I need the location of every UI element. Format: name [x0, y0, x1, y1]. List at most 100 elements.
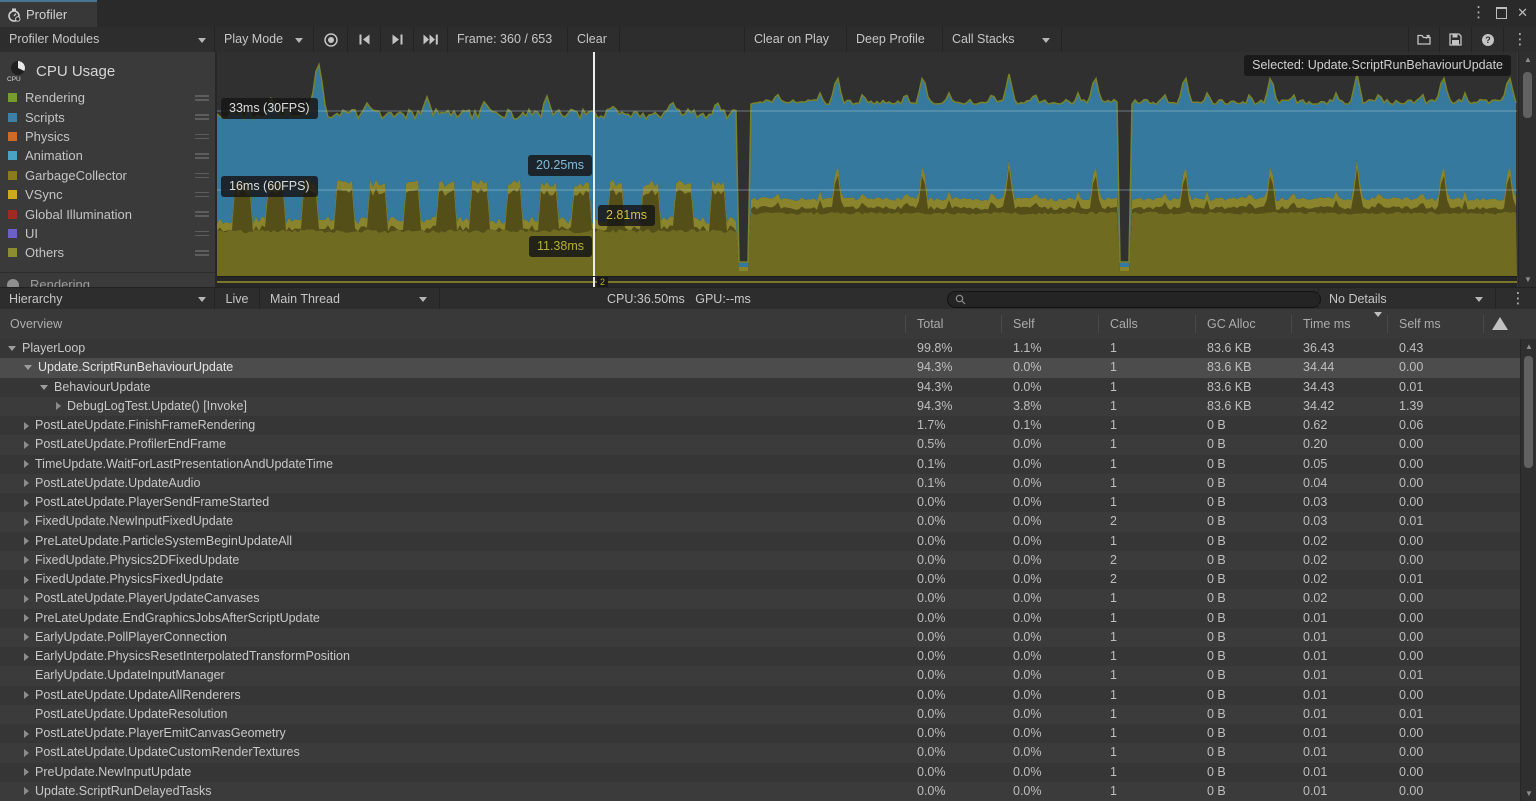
- column-time-ms[interactable]: Time ms: [1303, 317, 1350, 331]
- table-row[interactable]: PostLateUpdate.UpdateResolution 0.0% 0.0% 1…: [0, 704, 1536, 724]
- drag-handle-icon[interactable]: [195, 172, 209, 181]
- expand-arrow-icon[interactable]: [24, 633, 29, 642]
- load-profile-button[interactable]: [1408, 27, 1440, 52]
- last-frame-button[interactable]: [414, 27, 448, 52]
- clear-button[interactable]: Clear: [568, 27, 620, 52]
- maximize-icon[interactable]: [1496, 6, 1508, 19]
- table-row[interactable]: PostLateUpdate.PlayerUpdateCanvases 0.0% 0…: [0, 589, 1536, 609]
- modules-scrollbar[interactable]: ▲ ▼: [1518, 52, 1536, 287]
- legend-item-ui[interactable]: UI: [0, 224, 215, 243]
- search-input[interactable]: [966, 292, 1300, 307]
- legend-item-garbagecollector[interactable]: GarbageCollector: [0, 166, 215, 185]
- table-row[interactable]: BehaviourUpdate 94.3% 0.0% 1 83.6 KB 34.43 0.0…: [0, 377, 1536, 397]
- profiler-tab[interactable]: Profiler: [0, 0, 97, 27]
- expand-arrow-icon[interactable]: [24, 421, 29, 430]
- table-row[interactable]: FixedUpdate.NewInputFixedUpdate 0.0% 0.0% 2…: [0, 512, 1536, 532]
- play-mode-dropdown[interactable]: Play Mode: [215, 27, 314, 52]
- legend-item-vsync[interactable]: VSync: [0, 185, 215, 204]
- cpu-usage-header[interactable]: CPU CPU Usage: [0, 52, 215, 88]
- table-row[interactable]: FixedUpdate.Physics2DFixedUpdate 0.0% 0.0%…: [0, 550, 1536, 570]
- legend-item-rendering[interactable]: Rendering: [0, 88, 215, 107]
- table-row[interactable]: PostLateUpdate.ProfilerEndFrame 0.5% 0.0% 1…: [0, 435, 1536, 455]
- profiler-modules-dropdown[interactable]: Profiler Modules: [0, 27, 215, 52]
- legend-item-scripts[interactable]: Scripts: [0, 107, 215, 126]
- column-gc-alloc[interactable]: GC Alloc: [1207, 317, 1256, 331]
- details-menu-button[interactable]: ⋮: [1500, 288, 1536, 310]
- legend-item-animation[interactable]: Animation: [0, 146, 215, 165]
- next-frame-button[interactable]: [381, 27, 414, 52]
- table-row[interactable]: DebugLogTest.Update() [Invoke] 94.3% 3.8% 1…: [0, 396, 1536, 416]
- column-overview[interactable]: Overview: [10, 317, 62, 331]
- table-row[interactable]: FixedUpdate.PhysicsFixedUpdate 0.0% 0.0% 2 0…: [0, 570, 1536, 590]
- legend-item-physics[interactable]: Physics: [0, 127, 215, 146]
- table-row[interactable]: PreUpdate.NewInputUpdate 0.0% 0.0% 1 0 B 0.01…: [0, 762, 1536, 782]
- scroll-down-icon[interactable]: ▼: [1519, 275, 1536, 284]
- table-row[interactable]: PostLateUpdate.UpdateAudio 0.1% 0.0% 1 0 B 0.…: [0, 473, 1536, 493]
- collapse-arrow-icon[interactable]: [24, 365, 32, 371]
- expand-arrow-icon[interactable]: [24, 691, 29, 700]
- scroll-up-icon[interactable]: ▲: [1519, 55, 1536, 64]
- table-row[interactable]: PostLateUpdate.PlayerEmitCanvasGeometry 0…: [0, 724, 1536, 744]
- close-icon[interactable]: ✕: [1517, 6, 1528, 19]
- table-row[interactable]: PostLateUpdate.UpdateAllRenderers 0.0% 0.0…: [0, 685, 1536, 705]
- help-button[interactable]: ?: [1472, 27, 1504, 52]
- live-button[interactable]: Live: [215, 288, 260, 310]
- clear-on-play-button[interactable]: Clear on Play: [744, 27, 847, 52]
- table-row[interactable]: EarlyUpdate.PollPlayerConnection 0.0% 0.0%…: [0, 627, 1536, 647]
- collapse-all-button[interactable]: [1492, 317, 1508, 330]
- drag-handle-icon[interactable]: [195, 230, 209, 239]
- table-row[interactable]: PlayerLoop 99.8% 1.1% 1 83.6 KB 36.43 0.43: [0, 339, 1536, 359]
- search-box[interactable]: [947, 291, 1321, 308]
- expand-arrow-icon[interactable]: [24, 517, 29, 526]
- legend-item-others[interactable]: Others: [0, 243, 215, 262]
- collapse-arrow-icon[interactable]: [8, 346, 16, 352]
- expand-arrow-icon[interactable]: [24, 748, 29, 757]
- expand-arrow-icon[interactable]: [24, 575, 29, 584]
- scrollbar-thumb[interactable]: [1523, 72, 1532, 118]
- record-button[interactable]: [314, 27, 348, 52]
- view-mode-dropdown[interactable]: Hierarchy: [0, 288, 215, 310]
- drag-handle-icon[interactable]: [195, 250, 209, 258]
- expand-arrow-icon[interactable]: [24, 787, 29, 796]
- table-row[interactable]: Update.ScriptRunBehaviourUpdate 94.3% 0.0%…: [0, 358, 1536, 378]
- scrollbar-thumb[interactable]: [1524, 356, 1533, 468]
- call-stacks-dropdown[interactable]: Call Stacks: [943, 27, 1062, 52]
- expand-arrow-icon[interactable]: [24, 729, 29, 738]
- scroll-up-icon[interactable]: ▲: [1521, 342, 1536, 351]
- expand-arrow-icon[interactable]: [24, 594, 29, 603]
- collapse-arrow-icon[interactable]: [40, 384, 48, 390]
- column-total[interactable]: Total: [917, 317, 943, 331]
- expand-arrow-icon[interactable]: [24, 537, 29, 546]
- expand-arrow-icon[interactable]: [24, 479, 29, 488]
- details-dropdown[interactable]: No Details: [1318, 288, 1496, 310]
- table-row[interactable]: PreLateUpdate.ParticleSystemBeginUpdateA…: [0, 531, 1536, 551]
- table-row[interactable]: TimeUpdate.WaitForLastPresentationAndUpd…: [0, 454, 1536, 474]
- expand-arrow-icon[interactable]: [24, 652, 29, 661]
- deep-profile-button[interactable]: Deep Profile: [847, 27, 943, 52]
- window-menu-icon[interactable]: ⋮: [1471, 5, 1486, 20]
- drag-handle-icon[interactable]: [195, 114, 209, 122]
- prev-frame-button[interactable]: [348, 27, 381, 52]
- expand-arrow-icon[interactable]: [24, 498, 29, 507]
- expand-arrow-icon[interactable]: [24, 614, 29, 623]
- column-self-ms[interactable]: Self ms: [1399, 317, 1441, 331]
- rendering-module-header-clipped[interactable]: Rendering: [0, 276, 215, 287]
- drag-handle-icon[interactable]: [195, 211, 209, 219]
- expand-arrow-icon[interactable]: [24, 556, 29, 565]
- table-scrollbar[interactable]: ▲ ▼: [1520, 339, 1536, 801]
- toolbar-menu-button[interactable]: ⋮: [1504, 27, 1536, 52]
- scroll-down-icon[interactable]: ▼: [1521, 789, 1536, 798]
- drag-handle-icon[interactable]: [195, 191, 209, 200]
- column-calls[interactable]: Calls: [1110, 317, 1138, 331]
- expand-arrow-icon[interactable]: [56, 402, 61, 411]
- expand-arrow-icon[interactable]: [24, 440, 29, 449]
- drag-handle-icon[interactable]: [195, 133, 209, 142]
- table-row[interactable]: EarlyUpdate.PhysicsResetInterpolatedTran…: [0, 647, 1536, 667]
- expand-arrow-icon[interactable]: [24, 768, 29, 777]
- legend-item-global-illumination[interactable]: Global Illumination: [0, 204, 215, 223]
- column-self[interactable]: Self: [1013, 317, 1035, 331]
- table-row[interactable]: Update.ScriptRunDelayedTasks 0.0% 0.0% 1 0 B…: [0, 781, 1536, 801]
- table-row[interactable]: PreLateUpdate.EndGraphicsJobsAfterScript…: [0, 608, 1536, 628]
- table-row[interactable]: PostLateUpdate.PlayerSendFrameStarted 0.0…: [0, 493, 1536, 513]
- save-profile-button[interactable]: [1440, 27, 1472, 52]
